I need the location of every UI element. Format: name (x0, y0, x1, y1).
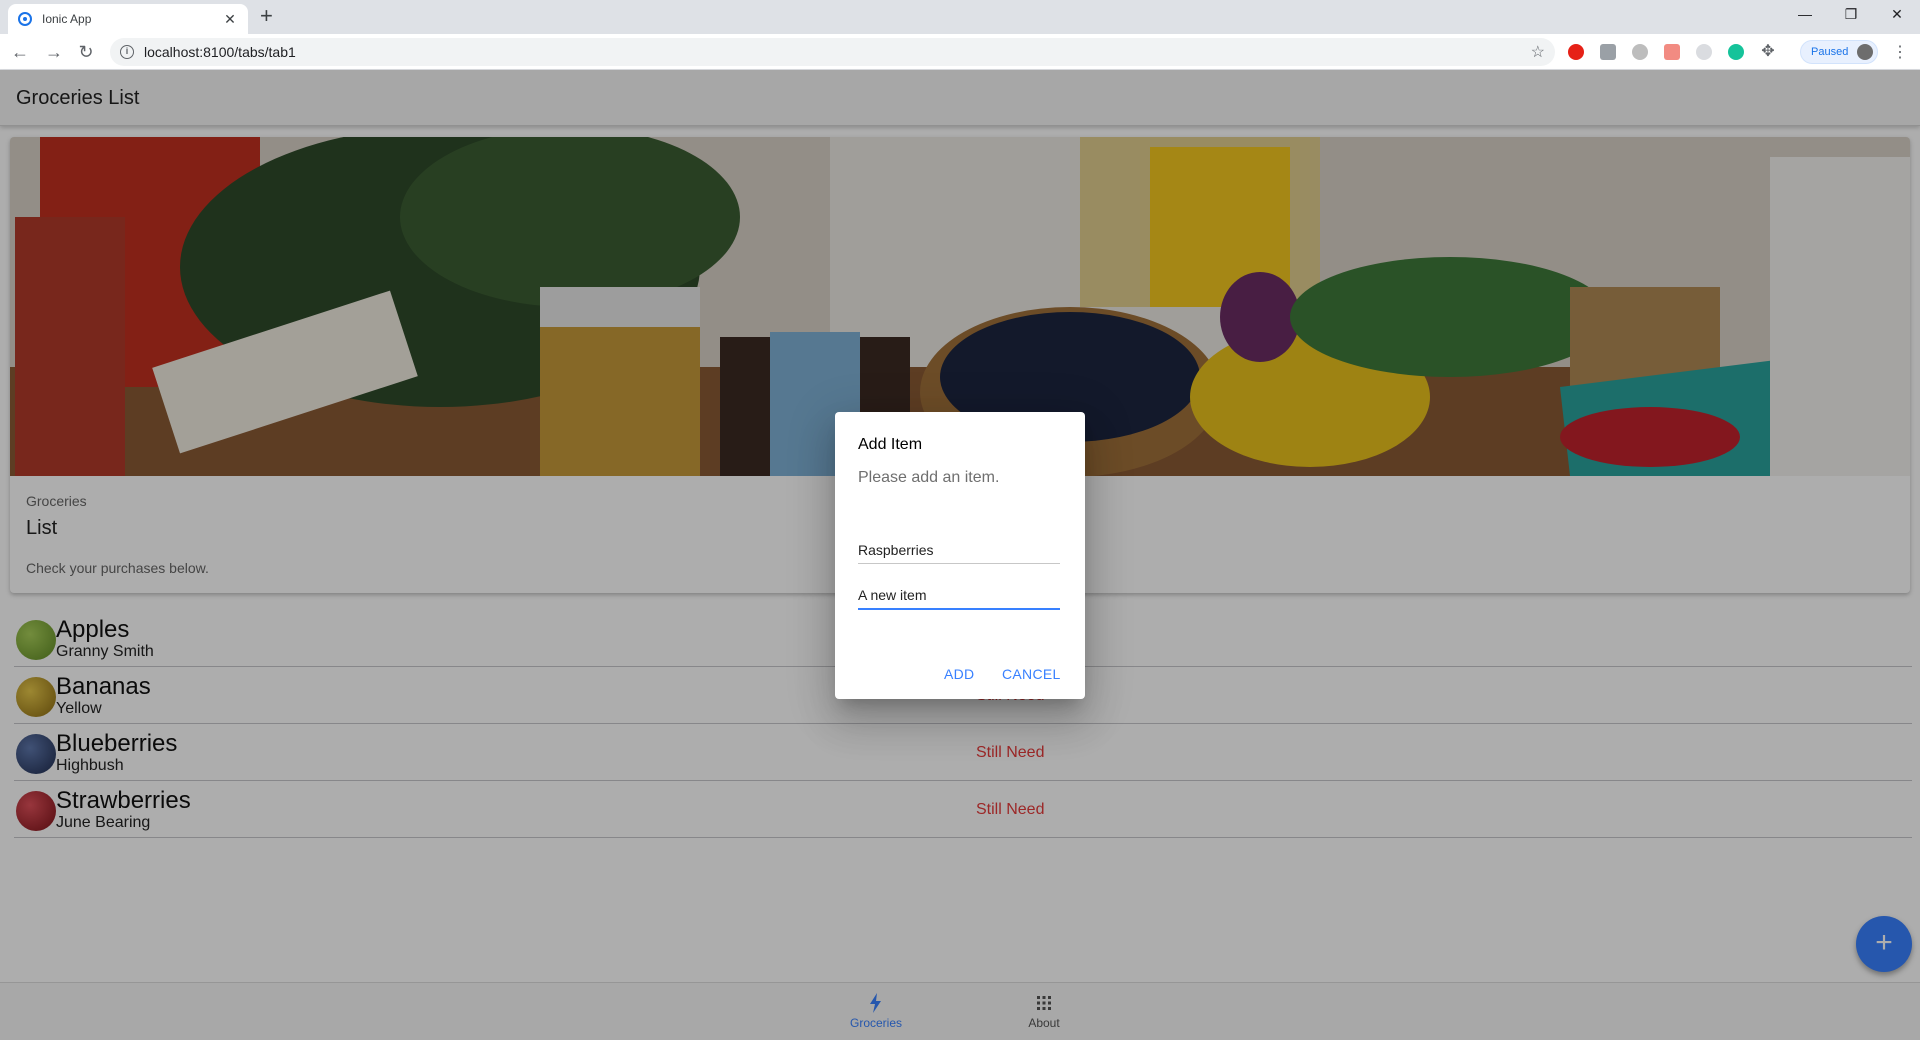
globe-extension-icon[interactable] (1696, 44, 1712, 60)
item-name-input[interactable] (858, 536, 1060, 564)
dialog-message: Please add an item. (858, 469, 1000, 486)
browser-tab-title: Ionic App (42, 12, 92, 26)
profile-button[interactable]: Paused (1800, 40, 1878, 64)
screen-extension-icon[interactable] (1600, 44, 1616, 60)
cancel-button[interactable]: CANCEL (1002, 666, 1061, 682)
avatar (1857, 44, 1873, 60)
circle-extension-icon[interactable] (1632, 44, 1648, 60)
add-item-dialog: Add Item Please add an item. ADD CANCEL (835, 412, 1085, 699)
add-button[interactable]: ADD (944, 666, 974, 682)
calendar-extension-icon[interactable] (1664, 44, 1680, 60)
back-arrow-icon[interactable]: ← (8, 40, 32, 64)
forward-arrow-icon[interactable]: → (42, 40, 66, 64)
browser-tab[interactable]: Ionic App ✕ (8, 4, 248, 34)
bookmark-star-icon[interactable]: ☆ (1531, 42, 1545, 62)
menu-kebab-icon[interactable]: ⋮ (1892, 42, 1908, 62)
url-text[interactable]: localhost:8100/tabs/tab1 (144, 44, 1531, 60)
move-extension-icon[interactable]: ✥ (1760, 44, 1776, 60)
browser-toolbar: ← → ↻ i localhost:8100/tabs/tab1 ☆ ✥ Pau… (0, 34, 1920, 70)
grammarly-extension-icon[interactable] (1728, 44, 1744, 60)
dialog-title: Add Item (858, 436, 923, 453)
minimize-button[interactable]: — (1782, 0, 1828, 30)
new-tab-button[interactable]: + (260, 4, 273, 28)
ionic-favicon-icon (18, 12, 32, 26)
item-note-input[interactable] (858, 582, 1060, 610)
tab-close-icon[interactable]: ✕ (222, 11, 238, 28)
reload-icon[interactable]: ↻ (74, 40, 98, 64)
address-bar[interactable]: i localhost:8100/tabs/tab1 ☆ (110, 38, 1555, 66)
window-close-button[interactable]: ✕ (1874, 0, 1920, 30)
profile-status: Paused (1811, 46, 1849, 58)
site-info-icon[interactable]: i (120, 45, 134, 59)
restore-button[interactable]: ❐ (1828, 0, 1874, 30)
opera-extension-icon[interactable] (1568, 44, 1584, 60)
browser-tab-strip: Ionic App ✕ + — ❐ ✕ (0, 0, 1920, 34)
